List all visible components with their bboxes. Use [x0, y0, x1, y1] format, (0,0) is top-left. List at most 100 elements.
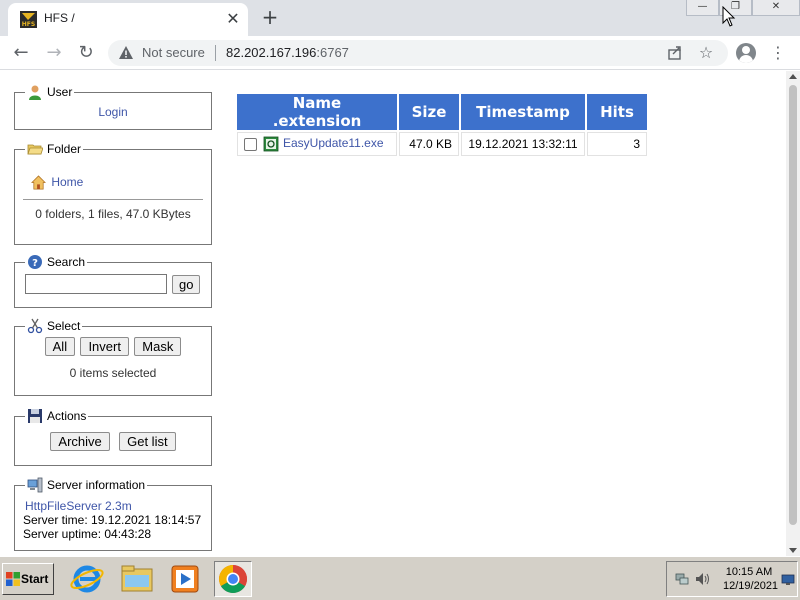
selection-status: 0 items selected	[69, 366, 157, 380]
file-name-cell: EasyUpdate11.exe	[237, 132, 397, 156]
reload-icon[interactable]: ↻	[73, 40, 99, 66]
server-uptime: Server uptime: 04:43:28	[23, 527, 152, 541]
select-all-button[interactable]: All	[44, 337, 76, 356]
url-host: 82.202.167.196	[226, 45, 317, 60]
select-legend-text: Select	[47, 319, 81, 333]
volume-icon[interactable]	[695, 572, 711, 586]
hfs-version-link[interactable]: HttpFileServer 2.3m	[25, 499, 132, 513]
search-input[interactable]	[25, 274, 167, 294]
chrome-taskbar-button[interactable]	[214, 561, 252, 597]
share-icon[interactable]	[666, 44, 684, 62]
browser-toolbar: ← → ↻ Not secure 82.202.167.196:6767 ☆ ⋮	[0, 36, 800, 70]
show-desktop-icon[interactable]	[781, 574, 795, 586]
column-hits[interactable]: Hits	[587, 94, 647, 130]
folder-legend-text: Folder	[47, 142, 82, 156]
scissors-icon	[27, 318, 43, 334]
server-icon	[27, 477, 43, 493]
actions-legend-text: Actions	[47, 409, 87, 423]
folder-legend: Folder	[25, 141, 83, 157]
clock-date: 12/19/2021	[723, 580, 779, 592]
column-size[interactable]: Size	[399, 94, 459, 130]
scrollbar-thumb[interactable]	[789, 85, 797, 525]
windows-logo-icon	[6, 572, 20, 586]
start-button[interactable]: Start	[2, 563, 54, 595]
address-bar[interactable]: Not secure 82.202.167.196:6767 ☆	[108, 40, 728, 66]
star-icon[interactable]: ☆	[697, 44, 715, 62]
file-table: Name .extension Size Timestamp Hits Easy…	[235, 92, 649, 158]
column-timestamp[interactable]: Timestamp	[461, 94, 585, 130]
page-content: User Login Folder Home 0 folders, 1 file…	[0, 71, 786, 556]
file-size-cell: 47.0 KB	[399, 132, 459, 156]
kebab-menu-icon[interactable]: ⋮	[770, 40, 786, 66]
svg-text:HFS: HFS	[22, 21, 35, 28]
column-name[interactable]: Name .extension	[237, 94, 397, 130]
search-panel: ? Search go	[14, 254, 212, 308]
mask-button[interactable]: Mask	[134, 337, 182, 356]
mouse-cursor-icon	[722, 6, 736, 27]
forward-arrow-icon[interactable]: →	[41, 40, 67, 66]
user-panel: User Login	[14, 84, 212, 130]
server-time: Server time: 19.12.2021 18:14:57	[23, 513, 202, 527]
folder-summary: 0 folders, 1 files, 47.0 KBytes	[35, 207, 191, 221]
tab-strip: HFS HFS / ✕ + — ❐ ✕	[0, 0, 800, 36]
not-secure-label[interactable]: Not secure	[142, 45, 205, 60]
user-legend: User	[25, 84, 74, 100]
home-link[interactable]: Home	[51, 175, 83, 189]
invert-button[interactable]: Invert	[80, 337, 129, 356]
file-checkbox[interactable]	[244, 137, 257, 151]
clock-time: 10:15 AM	[725, 566, 773, 578]
clock[interactable]: 10:15 AM 12/19/2021	[723, 565, 779, 593]
tab-title: HFS /	[44, 11, 75, 25]
folder-open-icon	[27, 144, 43, 155]
user-legend-text: User	[47, 85, 73, 99]
search-legend: ? Search	[25, 254, 87, 270]
system-tray: 10:15 AM 12/19/2021	[666, 561, 798, 597]
minimize-button[interactable]: —	[686, 0, 719, 16]
new-tab-button[interactable]: +	[258, 5, 282, 29]
server-legend-text: Server information	[47, 478, 146, 492]
start-label: Start	[21, 572, 49, 586]
url-text[interactable]: 82.202.167.196:6767	[226, 45, 349, 60]
svg-text:?: ?	[32, 258, 38, 269]
actions-panel: Actions Archive Get list	[14, 408, 212, 466]
scroll-up-icon[interactable]	[789, 74, 797, 79]
user-icon	[29, 85, 41, 100]
omnibox-divider	[215, 45, 216, 61]
executable-file-icon	[263, 136, 279, 152]
folder-panel: Folder Home 0 folders, 1 files, 47.0 KBy…	[14, 141, 212, 245]
network-icon[interactable]	[675, 572, 689, 586]
file-timestamp-cell: 19.12.2021 13:32:11	[461, 132, 585, 156]
select-panel: Select All Invert Mask 0 items selected	[14, 318, 212, 396]
archive-button[interactable]: Archive	[50, 432, 110, 451]
browser-tab[interactable]: HFS HFS / ✕	[8, 3, 248, 36]
file-link[interactable]: EasyUpdate11.exe	[283, 136, 384, 150]
server-info-panel: Server information HttpFileServer 2.3m S…	[14, 477, 212, 551]
search-legend-text: Search	[47, 255, 86, 269]
tab-close-icon[interactable]: ✕	[223, 9, 243, 29]
search-go-button[interactable]: go	[172, 274, 201, 294]
warning-icon	[119, 46, 133, 59]
table-row: EasyUpdate11.exe 47.0 KB 19.12.2021 13:3…	[237, 132, 647, 156]
floppy-disk-icon	[28, 409, 42, 423]
login-link[interactable]: Login	[98, 105, 127, 119]
server-legend: Server information	[25, 477, 147, 493]
file-explorer-icon[interactable]	[118, 561, 156, 597]
window-close-button[interactable]: ✕	[752, 0, 800, 16]
profile-icon[interactable]	[736, 43, 756, 63]
page-scrollbar[interactable]	[786, 71, 800, 556]
home-icon	[31, 175, 46, 190]
get-list-button[interactable]: Get list	[119, 432, 176, 451]
url-port: :6767	[316, 45, 349, 60]
select-legend: Select	[25, 318, 82, 334]
media-player-icon[interactable]	[166, 561, 204, 597]
help-icon: ?	[28, 255, 42, 269]
scroll-down-icon[interactable]	[789, 548, 797, 553]
chrome-icon	[219, 565, 247, 593]
hfs-favicon-icon: HFS	[20, 11, 37, 28]
internet-explorer-icon[interactable]	[68, 561, 106, 597]
back-arrow-icon[interactable]: ←	[8, 40, 34, 66]
taskbar: Start 10:15 AM 12/19/2021	[0, 556, 800, 600]
file-table-header: Name .extension Size Timestamp Hits	[237, 94, 647, 130]
actions-legend: Actions	[25, 408, 88, 424]
file-hits-cell: 3	[587, 132, 647, 156]
